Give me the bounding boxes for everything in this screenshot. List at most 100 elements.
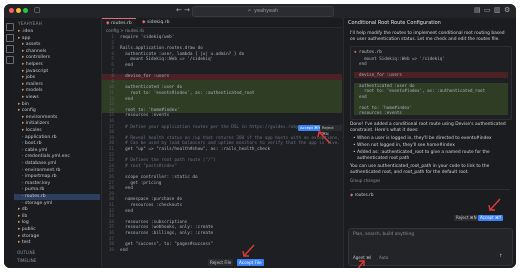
tree-item-label: views — [25, 95, 39, 100]
tree-item-label: jobs — [25, 75, 36, 81]
folder-item[interactable]: ▸ public — [14, 227, 100, 233]
layout-right-icon[interactable]: ▥ — [494, 6, 501, 14]
group-changes-label[interactable]: Group changes — [350, 178, 380, 184]
file-item[interactable]: · application.rb — [14, 135, 100, 141]
tree-item-label: config — [21, 108, 36, 114]
command-search-input[interactable]: ⌕ yeahyeah — [192, 6, 334, 17]
tree-item-label: channels — [25, 48, 47, 54]
close-window-button[interactable] — [9, 8, 14, 13]
back-arrow-icon[interactable]: ← — [176, 6, 182, 14]
tab-sidekiq-rb[interactable]: ◆ sidekiq.rb — [138, 18, 174, 27]
chat-input-placeholder: Plan, search, build anything — [353, 232, 415, 237]
layout-left-icon[interactable]: ▤ — [474, 6, 481, 14]
tree-item-label: log — [21, 220, 29, 226]
send-arrow-icon[interactable]: ↑ — [499, 254, 503, 260]
explorer-icon[interactable] — [6, 23, 14, 31]
tree-item-label: .idea — [21, 29, 34, 34]
folder-item[interactable]: ▸ initializers — [14, 121, 100, 127]
timeline-section[interactable]: TIMELINE — [17, 258, 36, 264]
chat-intro-line2: on user authentication status. Let me ch… — [350, 37, 500, 42]
folder-item[interactable]: ▸ environments — [14, 115, 100, 121]
folder-item[interactable]: ▸ app — [14, 36, 100, 42]
folder-item[interactable]: ▸ models — [14, 88, 100, 94]
annotation-arrow-inline — [317, 131, 331, 144]
folder-item[interactable]: ▸ .idea — [14, 29, 100, 35]
file-item[interactable]: · cable.yml — [14, 148, 100, 154]
layout-bottom-icon[interactable]: ▭ — [484, 6, 491, 14]
folder-item[interactable]: ▸ test — [14, 240, 100, 246]
folder-item[interactable]: ▸ assets — [14, 42, 100, 48]
accept-file-button[interactable]: Accept File — [237, 259, 264, 266]
bullet-item-3-cont: authenticated root path — [357, 156, 410, 161]
folder-item[interactable]: ▸ storage — [14, 234, 100, 240]
changed-file-chip[interactable]: ◆ routes.rb — [350, 192, 374, 198]
reject-file-button[interactable]: Reject File — [208, 259, 234, 266]
tree-item-label: public — [21, 227, 36, 232]
folder-item[interactable]: ▸ helpers — [14, 62, 100, 68]
sidebar-toggle-icon[interactable]: ▢ — [34, 6, 41, 14]
tree-item-label: models — [25, 88, 43, 94]
folder-item[interactable]: ▸ bin — [14, 102, 100, 108]
search-panel-icon[interactable] — [6, 34, 14, 42]
maximize-window-button[interactable] — [23, 8, 28, 13]
tree-item-label: lib — [21, 213, 28, 219]
tree-item-label: initializers — [25, 121, 50, 127]
folder-item[interactable]: ▸ db — [14, 207, 100, 213]
folder-item[interactable]: ▸ javascript — [14, 69, 100, 75]
tree-item-label: database.yml — [24, 161, 57, 166]
chat-input-box[interactable]: Plan, search, build anything Agent ⌘I Au… — [348, 228, 513, 266]
code-block-line: resources :events — [354, 110, 508, 116]
file-item[interactable]: · master.key — [14, 181, 100, 187]
extensions-icon[interactable] — [6, 56, 14, 64]
source-control-icon[interactable] — [6, 45, 14, 53]
tree-item-label: locales — [25, 128, 42, 133]
file-item[interactable]: · boot.rb — [14, 141, 100, 147]
tree-item-label: javascript — [25, 68, 49, 74]
settings-gear-icon[interactable]: ⚙ — [504, 6, 510, 14]
tree-item-label: environments — [25, 114, 58, 120]
explorer-sidebar: YEAHYEAH ▸ .idea ▸ app ▸ assets ▸ channels ▸… — [14, 18, 102, 268]
bullet-item-2: • When not logged in, they'll see home#i… — [353, 143, 455, 148]
folder-item[interactable]: ▸ log — [14, 220, 100, 226]
tree-item-label: puma.rb — [24, 187, 45, 193]
forward-arrow-icon[interactable]: → — [184, 6, 190, 14]
breadcrumb: config > routes.rb — [106, 28, 144, 33]
file-item[interactable]: · importmap.rb — [14, 174, 100, 180]
accept-all-button[interactable]: Accept ⌘Y — [478, 215, 504, 221]
folder-item[interactable]: ▸ lib — [14, 214, 100, 220]
bullet-item-3: • Added as: :authenticated_root to give … — [353, 150, 490, 155]
folder-item[interactable]: ▸ config — [14, 108, 100, 114]
model-selector[interactable]: Auto — [379, 255, 388, 261]
folder-item[interactable]: ▸ controllers — [14, 55, 100, 61]
folder-item[interactable]: ▸ channels — [14, 49, 100, 55]
code-line: 39 end — [102, 248, 342, 254]
folder-item[interactable]: ▸ jobs — [14, 75, 100, 81]
folder-item[interactable]: ▸ mailers — [14, 82, 100, 88]
chat-outro-line1: You can use authenticated_root_path in y… — [350, 164, 490, 169]
reject-all-button[interactable]: Reject ⌘N — [454, 215, 479, 221]
file-item[interactable]: · puma.rb — [14, 187, 100, 193]
file-item[interactable]: · environment.rb — [14, 168, 100, 174]
code-lines[interactable]: 1 require 'sidekiq/web' 2 3 Rails.applicatio… — [102, 35, 379, 268]
tree-item-label: controllers — [25, 55, 51, 61]
file-item[interactable]: · credentials.yml.enc — [14, 154, 100, 160]
tab-routes-rb[interactable]: ◆ routes.rb — [102, 18, 136, 28]
annotation-arrow-accept-file — [242, 244, 255, 257]
tree-item-label: credentials.yml.enc — [24, 154, 70, 160]
code-editor: ◆ routes.rb ◆ sidekiq.rb config > routes… — [102, 18, 379, 268]
annotation-arrow-accept-all — [488, 198, 501, 211]
chat-code-block: ◆ routes.rb mount Sidekiq::Web => '/side… — [350, 46, 512, 120]
outline-section[interactable]: OUTLINE — [17, 250, 35, 256]
divider — [350, 189, 510, 190]
file-item[interactable]: · routes.rb — [14, 194, 100, 200]
folder-item[interactable]: ▸ views — [14, 95, 100, 101]
file-item[interactable]: · database.yml — [14, 161, 100, 167]
file-item[interactable]: · storage.yml — [14, 201, 100, 207]
minimize-window-button[interactable] — [16, 8, 21, 13]
tree-item-label: environment.rb — [24, 167, 61, 173]
chat-done-line1: Done! I've added a conditional root rout… — [350, 122, 506, 127]
tree-item-label: db — [21, 207, 28, 213]
folder-item[interactable]: ▸ locales — [14, 128, 100, 134]
tree-item-label: bin — [21, 101, 29, 107]
tree-item-label: storage — [21, 233, 40, 239]
